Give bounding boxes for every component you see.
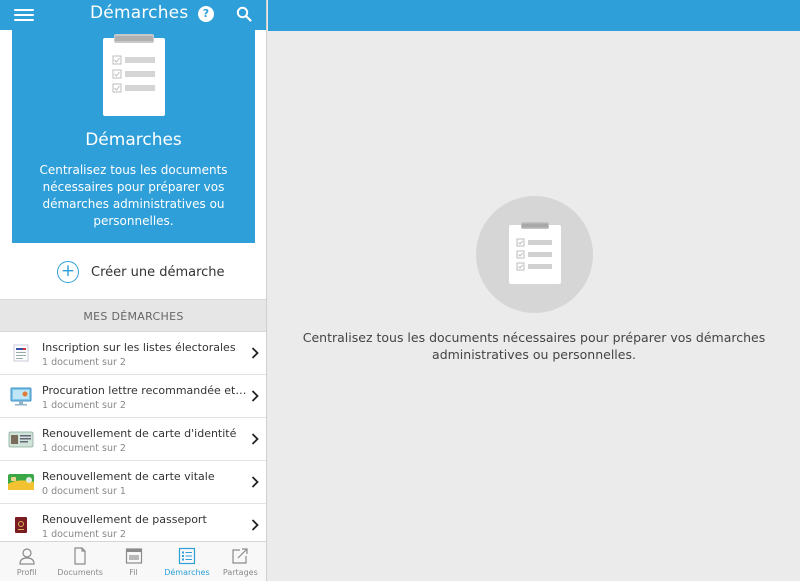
item-name: Renouvellement de carte vitale: [42, 470, 215, 483]
top-app-bar: Démarches ?: [0, 0, 266, 30]
hero-banner: Démarches Centralisez tous les documents…: [12, 30, 255, 243]
tab-documents[interactable]: Documents: [53, 542, 106, 581]
item-count: 0 document sur 1: [42, 486, 126, 497]
item-name: Renouvellement de carte d'identité: [42, 427, 237, 440]
chevron-right-icon: [251, 390, 259, 402]
vitale-card-icon: [8, 474, 34, 490]
id-card-icon: [8, 431, 34, 448]
tab-label: Partages: [222, 568, 258, 577]
item-name: Renouvellement de passeport: [42, 513, 207, 526]
tab-demarches[interactable]: Démarches: [160, 542, 213, 581]
clipboard-icon: [509, 222, 561, 284]
chevron-right-icon: [251, 347, 259, 359]
item-count: 1 document sur 2: [42, 357, 126, 368]
item-name: Procuration lettre recommandée et c...: [42, 384, 248, 397]
empty-state-message: Centralisez tous les documents nécessair…: [302, 330, 766, 362]
master-pane: Démarches ? Démarches Centralisez tous l…: [0, 0, 267, 581]
tab-label: Profil: [16, 568, 37, 577]
chevron-right-icon: [251, 519, 259, 531]
page-title: Démarches: [90, 3, 189, 23]
list-item[interactable]: Renouvellement de carte d'identité 1 doc…: [0, 418, 266, 461]
person-icon: [19, 548, 35, 565]
tab-label: Documents: [57, 568, 103, 577]
list-item[interactable]: Renouvellement de carte vitale 0 documen…: [0, 461, 266, 504]
checklist-icon: [178, 547, 196, 565]
plus-icon: +: [57, 261, 79, 283]
computer-icon: [10, 387, 32, 406]
bottom-tab-bar: Profil Documents Fil Démarches Partages: [0, 541, 266, 581]
ballot-icon: [13, 344, 29, 362]
list-item[interactable]: Inscription sur les listes électorales 1…: [0, 332, 266, 375]
clipboard-icon: [103, 34, 165, 116]
tab-profil[interactable]: Profil: [0, 542, 53, 581]
chevron-right-icon: [251, 433, 259, 445]
empty-state-illustration: [476, 196, 593, 313]
feed-icon: [125, 548, 142, 564]
tab-fil[interactable]: Fil: [107, 542, 160, 581]
share-icon: [232, 548, 248, 564]
passport-icon: [15, 517, 27, 533]
create-demarche-button[interactable]: + Créer une démarche: [57, 260, 225, 284]
demarches-list: Inscription sur les listes électorales 1…: [0, 332, 266, 547]
help-icon[interactable]: ?: [198, 6, 214, 22]
hero-description: Centralisez tous les documents nécessair…: [39, 163, 228, 228]
tab-label: Fil: [129, 568, 138, 577]
hero-heading: Démarches: [85, 130, 182, 150]
item-count: 1 document sur 2: [42, 400, 126, 411]
tab-partages[interactable]: Partages: [214, 542, 266, 581]
detail-app-bar: [268, 0, 800, 31]
item-count: 1 document sur 2: [42, 529, 126, 540]
document-icon: [74, 547, 86, 565]
search-icon[interactable]: [236, 6, 252, 22]
item-count: 1 document sur 2: [42, 443, 126, 454]
item-name: Inscription sur les listes électorales: [42, 341, 236, 354]
list-item[interactable]: Procuration lettre recommandée et c... 1…: [0, 375, 266, 418]
create-demarche-label: Créer une démarche: [91, 264, 225, 280]
menu-icon[interactable]: [14, 6, 34, 24]
chevron-right-icon: [251, 476, 259, 488]
tab-label: Démarches: [164, 568, 210, 577]
section-header: MES DÉMARCHES: [0, 299, 266, 332]
